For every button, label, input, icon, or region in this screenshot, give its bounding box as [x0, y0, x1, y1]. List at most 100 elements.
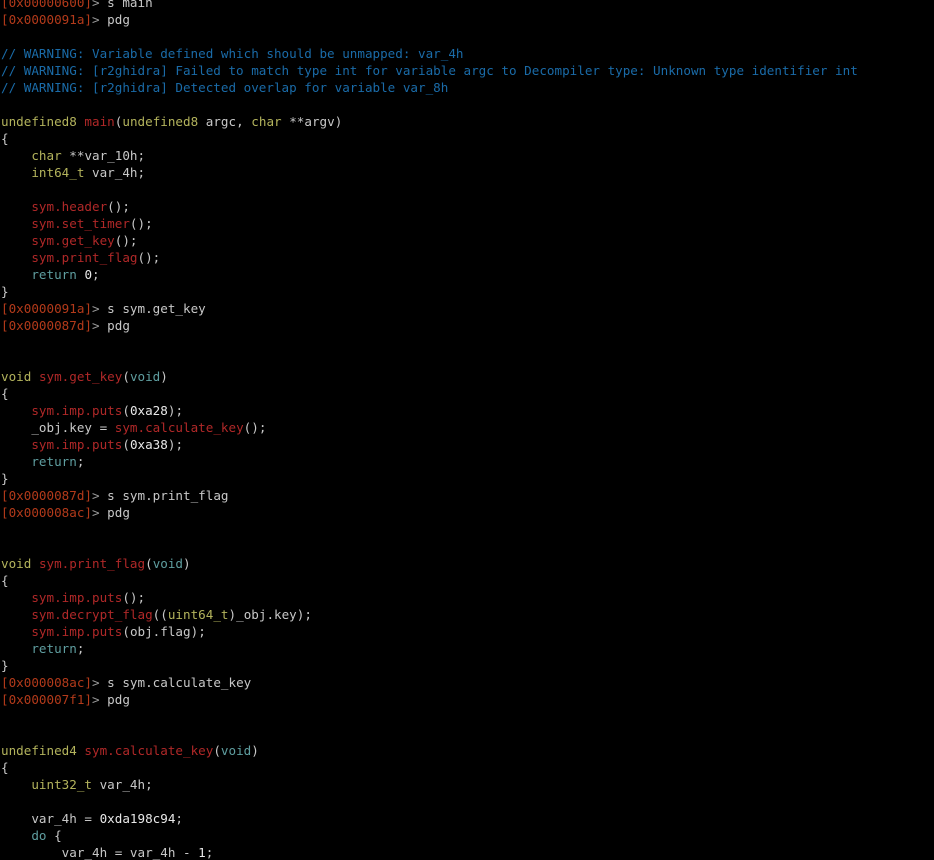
token-punct: (	[122, 369, 130, 384]
token-fn: sym.calculate_key	[114, 420, 244, 435]
terminal-line-call: sym.decrypt_flag((uint64_t)_obj.key);	[0, 606, 934, 623]
terminal-window[interactable]: [0x00000600]> s main [0x0000091a]> pdg //…	[0, 0, 934, 860]
token-punct	[31, 369, 39, 384]
token-prompt: [0x0000091a]	[1, 12, 92, 27]
terminal-line-prompt-line[interactable]: [0x0000091a]> s sym.get_key	[0, 300, 934, 317]
terminal-line-return: return;	[0, 453, 934, 470]
terminal-line-brace: {	[0, 572, 934, 589]
token-type: uint32_t	[31, 777, 93, 792]
terminal-line-call: sym.imp.puts(0xa28);	[0, 402, 934, 419]
token-cmd: pdg	[99, 12, 130, 27]
terminal-line-brace: {	[0, 385, 934, 402]
token-punct: ;	[205, 845, 214, 860]
token-cmd: s main	[99, 0, 153, 10]
token-punct: ;	[76, 454, 85, 469]
token-punct: );	[190, 624, 206, 639]
token-fn: sym.print_flag	[38, 556, 146, 571]
token-var: argc	[198, 114, 237, 129]
token-comment: // WARNING: Variable defined which shoul…	[1, 46, 464, 61]
terminal-line-brace: }	[0, 283, 934, 300]
token-prompt: [0x00000600]	[1, 0, 92, 10]
token-punct: (	[122, 403, 130, 418]
token-num: 0xda198c94	[99, 811, 176, 826]
token-punct: ,	[236, 114, 252, 129]
token-punct: ();	[137, 250, 161, 265]
token-var: var_4h	[31, 811, 77, 826]
token-punct: ();	[243, 420, 267, 435]
token-gt: >	[92, 505, 100, 520]
token-type: void	[1, 556, 32, 571]
terminal-screen[interactable]: [0x00000600]> s main [0x0000091a]> pdg //…	[0, 0, 934, 860]
token-var: obj.flag	[129, 624, 191, 639]
token-gt: >	[92, 488, 100, 503]
token-type: void	[1, 369, 32, 384]
terminal-line-assignment: var_4h = var_4h - 1;	[0, 844, 934, 860]
token-punct: )	[334, 114, 343, 129]
token-prompt: [0x000008ac]	[1, 505, 92, 520]
terminal-line-declaration: char **var_10h;	[0, 147, 934, 164]
token-cmd: s sym.print_flag	[99, 488, 229, 503]
token-punct: (	[122, 624, 130, 639]
terminal-line-keyword: do {	[0, 827, 934, 844]
terminal-line-signature: void sym.get_key(void)	[0, 368, 934, 385]
token-fn: sym.decrypt_flag	[31, 607, 153, 622]
token-punct: -	[175, 845, 199, 860]
terminal-line-return: return;	[0, 640, 934, 657]
terminal-line-prompt-line[interactable]: [0x000008ac]> pdg	[0, 504, 934, 521]
terminal-line-prompt-line[interactable]: [0x00000600]> s main	[0, 0, 934, 11]
token-punct	[1, 828, 31, 843]
token-gt: >	[92, 692, 100, 707]
token-punct	[1, 403, 31, 418]
terminal-line-prompt-line[interactable]: [0x0000091a]> pdg	[0, 11, 934, 28]
token-var: var_4h	[61, 845, 108, 860]
token-cmd: pdg	[99, 505, 130, 520]
terminal-line-prompt-line[interactable]: [0x000007f1]> pdg	[0, 691, 934, 708]
token-punct: {	[46, 828, 62, 843]
token-brace: }	[1, 471, 9, 486]
terminal-line-prompt-line[interactable]: [0x000008ac]> s sym.calculate_key	[0, 674, 934, 691]
token-punct: (	[213, 743, 221, 758]
token-cmd: s sym.get_key	[99, 301, 206, 316]
terminal-line-comment: // WARNING: [r2ghidra] Detected overlap …	[0, 79, 934, 96]
terminal-line-prompt-line[interactable]: [0x0000087d]> s sym.print_flag	[0, 487, 934, 504]
token-punct	[1, 624, 31, 639]
token-prompt: [0x0000087d]	[1, 318, 92, 333]
token-punct: ();	[107, 199, 130, 214]
token-punct: =	[107, 845, 130, 860]
token-comment: // WARNING: [r2ghidra] Failed to match t…	[1, 63, 858, 78]
token-prompt: [0x000008ac]	[1, 675, 92, 690]
token-brace: {	[1, 386, 9, 401]
token-fn: sym.imp.puts	[31, 437, 123, 452]
token-fn: sym.print_flag	[31, 250, 138, 265]
terminal-line-brace: }	[0, 470, 934, 487]
token-brace: {	[1, 131, 9, 146]
token-var: _obj.key	[31, 420, 93, 435]
token-prompt: [0x0000091a]	[1, 301, 92, 316]
token-type: uint64_t	[167, 607, 229, 622]
terminal-line-call: sym.imp.puts();	[0, 589, 934, 606]
token-punct: (	[145, 556, 153, 571]
token-cmd: pdg	[99, 318, 130, 333]
token-punct	[1, 590, 31, 605]
token-num: 1	[198, 845, 206, 860]
token-type: undefined4	[1, 743, 77, 758]
terminal-line-prompt-line[interactable]: [0x0000087d]> pdg	[0, 317, 934, 334]
token-punct	[1, 420, 31, 435]
token-punct	[1, 641, 31, 656]
token-gt: >	[92, 318, 100, 333]
token-fn: sym.header	[31, 199, 108, 214]
token-punct: ();	[129, 216, 153, 231]
token-punct	[31, 556, 39, 571]
token-cmd: pdg	[99, 692, 130, 707]
token-num: 0	[84, 267, 93, 282]
terminal-line-declaration: uint32_t var_4h;	[0, 776, 934, 793]
token-var: _obj.key	[236, 607, 297, 622]
token-punct: )	[228, 607, 237, 622]
token-gt: >	[92, 301, 100, 316]
